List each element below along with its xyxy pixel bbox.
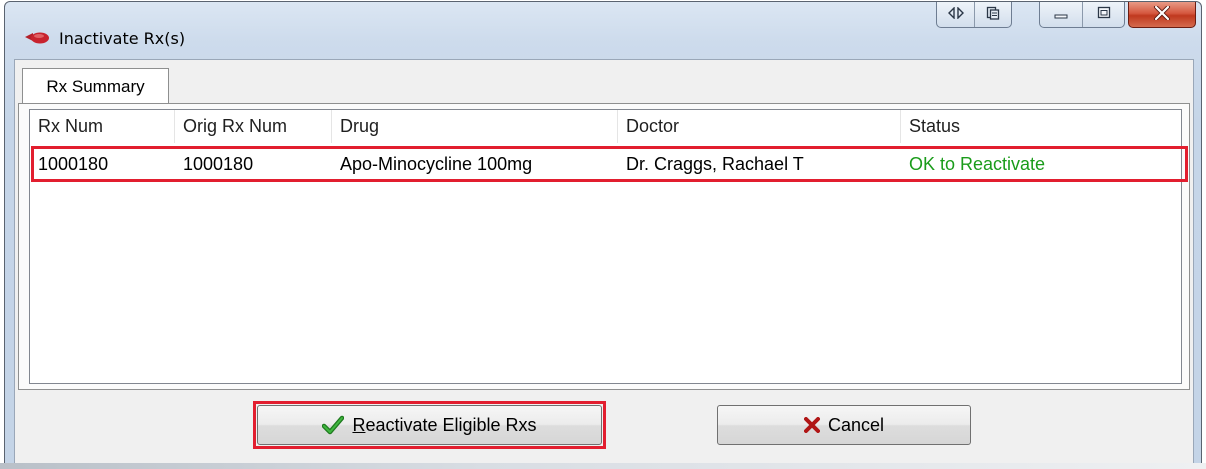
cell-doctor: Dr. Craggs, Rachael T: [626, 154, 804, 174]
tab-label: Rx Summary: [46, 76, 145, 96]
reactivate-eligible-button[interactable]: Reactivate Eligible Rxs: [257, 405, 602, 445]
reactivate-label-rest: eactivate Eligible Rxs: [365, 414, 537, 435]
x-icon: [803, 417, 820, 433]
extra-caption-buttons: [936, 2, 1012, 28]
cell-status: OK to Reactivate: [909, 154, 1046, 174]
column-header-orig-rx-num[interactable]: Orig Rx Num: [175, 110, 332, 143]
close-button[interactable]: [1128, 2, 1196, 28]
title-bar[interactable]: Inactivate Rx(s): [5, 2, 1201, 57]
tab-panel: Rx Num Orig Rx Num Drug Doctor Status 10…: [18, 103, 1190, 390]
reactivate-mnemonic: R: [352, 414, 366, 435]
checkmark-icon: [322, 415, 345, 435]
minimize-button[interactable]: [1040, 2, 1082, 27]
cell-drug: Apo-Minocycline 100mg: [340, 154, 533, 174]
maximize-icon: [1097, 6, 1111, 23]
window-title: Inactivate Rx(s): [59, 29, 186, 48]
pill-icon: [24, 30, 50, 44]
cell-rx-num: 1000180: [38, 154, 109, 174]
maximize-button[interactable]: [1082, 2, 1124, 27]
cancel-button[interactable]: Cancel: [717, 405, 971, 445]
window-caption-buttons: [1039, 2, 1125, 28]
column-header-rx-num[interactable]: Rx Num: [30, 110, 175, 143]
arrows-left-right-icon: [947, 5, 964, 23]
close-icon: [1153, 5, 1171, 24]
copy-window-button[interactable]: [974, 2, 1011, 27]
dialog-window: Inactivate Rx(s) Rx Summary Rx Num Orig …: [4, 1, 1202, 467]
column-header-status[interactable]: Status: [901, 110, 1181, 143]
list-header: Rx Num Orig Rx Num Drug Doctor Status: [30, 110, 1181, 143]
table-row[interactable]: 1000180 1000180 Apo-Minocycline 100mg Dr…: [30, 147, 1181, 181]
reactivate-button-label: Reactivate Eligible Rxs: [352, 415, 536, 436]
dialog-body: Rx Summary Rx Num Orig Rx Num Drug Docto…: [14, 59, 1194, 465]
tab-rx-summary[interactable]: Rx Summary: [22, 68, 169, 104]
rx-list[interactable]: Rx Num Orig Rx Num Drug Doctor Status 10…: [29, 109, 1188, 384]
bottom-edge: [0, 463, 1206, 469]
column-header-drug[interactable]: Drug: [332, 110, 618, 143]
cell-orig-rx-num: 1000180: [183, 154, 254, 174]
cancel-button-label: Cancel: [827, 414, 885, 435]
copy-icon: [986, 6, 1000, 24]
column-header-doctor[interactable]: Doctor: [618, 110, 901, 143]
minimize-icon: [1054, 7, 1068, 23]
resize-arrows-button[interactable]: [937, 2, 974, 27]
